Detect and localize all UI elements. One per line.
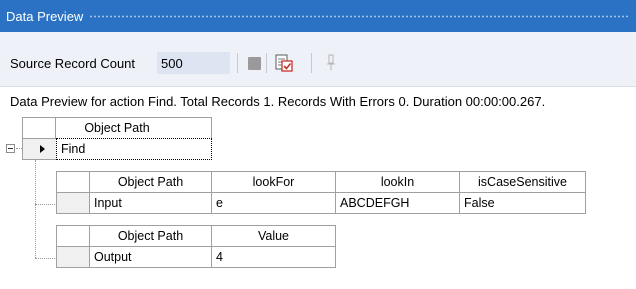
panel-title: Data Preview: [6, 8, 84, 24]
table-cell[interactable]: False: [459, 192, 586, 214]
column-header-lookin[interactable]: lookIn: [335, 171, 460, 193]
toolbar: Source Record Count: [0, 32, 636, 87]
preview-status-text: Data Preview for action Find. Total Reco…: [10, 94, 546, 109]
row-header-corner: [56, 225, 90, 247]
stop-icon[interactable]: [248, 57, 261, 70]
tree-connector: [35, 258, 55, 259]
row-selector[interactable]: [56, 192, 90, 214]
row-selector[interactable]: [56, 246, 90, 268]
tree-connector: [35, 160, 36, 258]
column-header-object-path[interactable]: Object Path: [89, 225, 212, 247]
toolbar-separator: [266, 53, 267, 73]
table-cell[interactable]: e: [211, 192, 336, 214]
column-header-object-path[interactable]: Object Path: [89, 171, 212, 193]
current-row-arrow-icon: [40, 145, 45, 153]
table-cell[interactable]: Output: [89, 246, 212, 268]
table-cell[interactable]: ABCDEFGH: [335, 192, 460, 214]
export-icon[interactable]: [273, 52, 295, 74]
pin-icon[interactable]: [326, 54, 336, 72]
panel-titlebar[interactable]: Data Preview: [0, 0, 636, 32]
row-cell-object-path[interactable]: Find: [56, 138, 212, 160]
table-cell[interactable]: 4: [211, 246, 336, 268]
column-header-lookfor[interactable]: lookFor: [211, 171, 336, 193]
toolbar-separator: [237, 53, 238, 73]
source-record-count-label: Source Record Count: [10, 56, 136, 71]
collapse-icon[interactable]: [6, 144, 15, 153]
table-cell[interactable]: Input: [89, 192, 212, 214]
row-header-corner: [56, 171, 90, 193]
column-header-value[interactable]: Value: [211, 225, 336, 247]
toolbar-separator: [311, 53, 312, 73]
column-header-iscasesensitive[interactable]: isCaseSensitive: [459, 171, 586, 193]
source-record-count-input[interactable]: [157, 52, 230, 74]
tree-connector: [35, 204, 55, 205]
title-grip: [89, 13, 630, 19]
row-header-corner: [22, 117, 56, 139]
